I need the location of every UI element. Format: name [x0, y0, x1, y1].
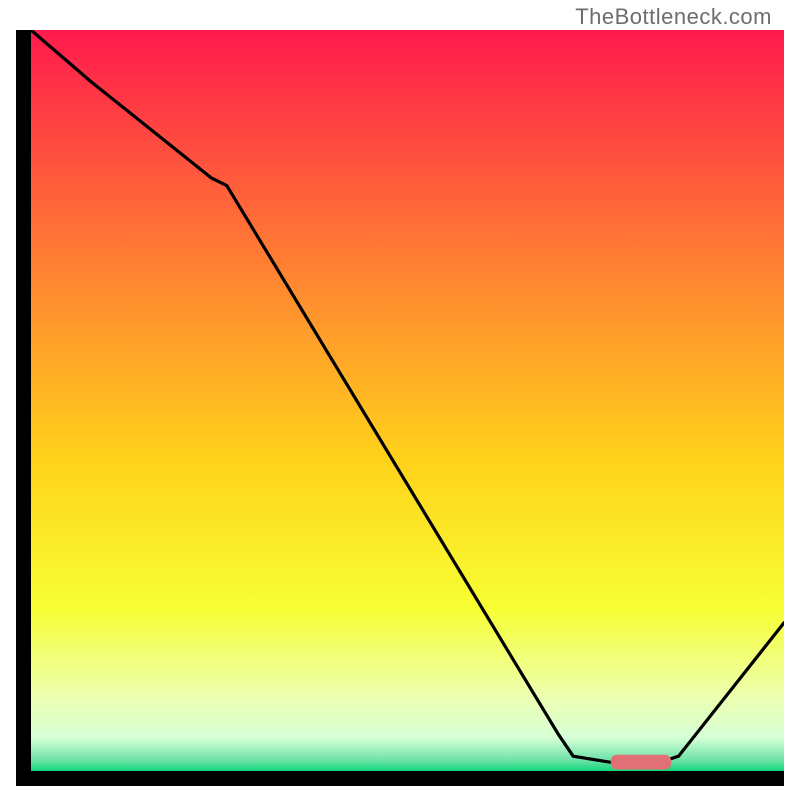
- plot-area: [16, 30, 784, 786]
- bottleneck-chart-svg: [16, 30, 784, 786]
- gradient-background: [31, 30, 784, 771]
- watermark-text: TheBottleneck.com: [575, 4, 772, 30]
- chart-container: TheBottleneck.com: [0, 0, 800, 800]
- optimal-range-marker: [611, 755, 671, 770]
